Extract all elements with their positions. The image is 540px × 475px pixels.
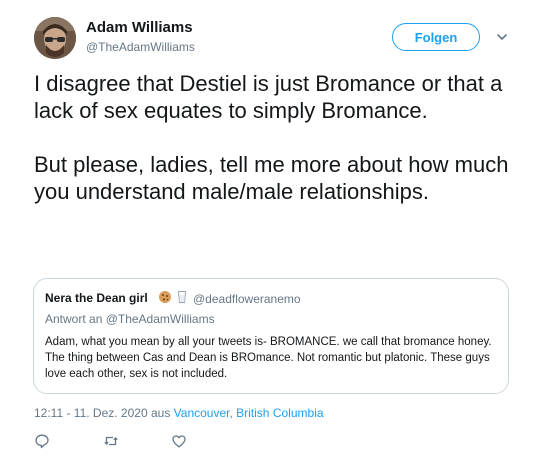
quoted-tweet[interactable]: Nera the Dean girl @deadfloweranemo Antw… <box>33 278 509 394</box>
retweet-icon[interactable] <box>103 433 119 449</box>
reply-icon[interactable] <box>34 433 50 449</box>
follow-button[interactable]: Folgen <box>392 23 480 51</box>
quoted-tweet-text: Adam, what you mean by all your tweets i… <box>45 336 492 380</box>
reply-context: Antwort an @TheAdamWilliams <box>45 312 215 326</box>
quoted-author-name: Nera the Dean girl <box>45 291 148 305</box>
avatar[interactable] <box>34 17 76 59</box>
tweet-timestamp[interactable]: 12:11 - 11. Dez. 2020 aus <box>34 406 174 420</box>
tweet-meta: 12:11 - 11. Dez. 2020 aus Vancouver, Bri… <box>34 406 324 420</box>
tweet-text: I disagree that Destiel is just Bromance… <box>34 71 509 204</box>
quoted-author-handle: @deadfloweranemo <box>193 292 301 306</box>
tweet-location-link[interactable]: Vancouver, British Columbia <box>174 406 324 420</box>
tweet-actions <box>34 433 204 451</box>
author-name[interactable]: Adam Williams <box>86 19 193 37</box>
author-handle[interactable]: @TheAdamWilliams <box>86 40 195 54</box>
chevron-down-icon[interactable] <box>495 30 509 44</box>
cookie-icon <box>158 290 172 304</box>
milk-glass-icon <box>175 290 189 304</box>
like-icon[interactable] <box>171 433 187 449</box>
